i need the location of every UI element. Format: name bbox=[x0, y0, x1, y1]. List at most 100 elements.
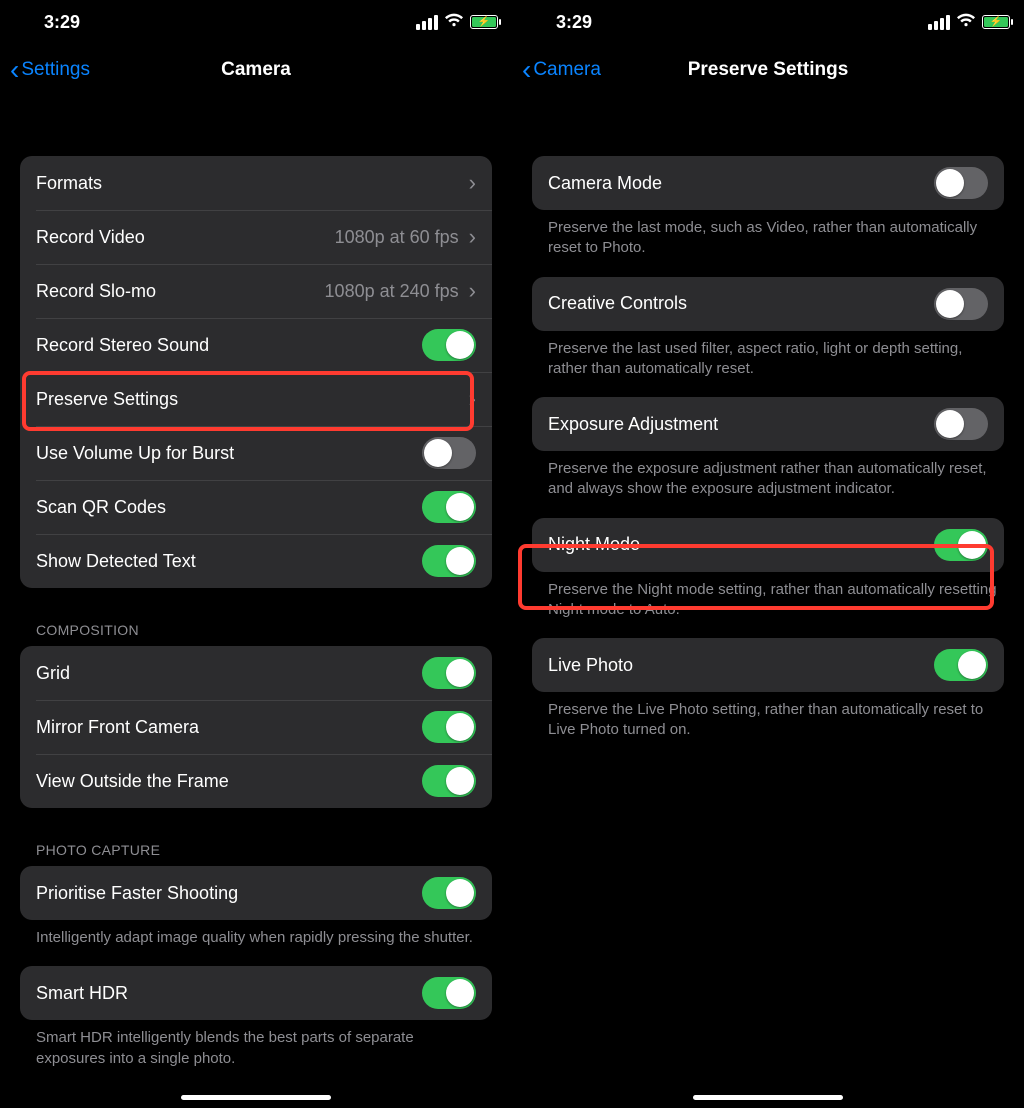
toggle-outside[interactable] bbox=[422, 765, 476, 797]
row-prioritise: Prioritise Faster Shooting bbox=[20, 866, 492, 920]
toggle-scan-qr[interactable] bbox=[422, 491, 476, 523]
screen-camera-settings: 3:29 ⚡ ‹ Settings Camera Formats › bbox=[0, 0, 512, 1108]
toggle-creative[interactable] bbox=[934, 288, 988, 320]
footer-camera-mode: Preserve the last mode, such as Video, r… bbox=[532, 210, 1004, 259]
toggle-smart-hdr[interactable] bbox=[422, 977, 476, 1009]
toggle-volume-burst[interactable] bbox=[422, 437, 476, 469]
home-indicator[interactable] bbox=[693, 1095, 843, 1100]
status-time: 3:29 bbox=[44, 12, 80, 33]
row-record-slomo[interactable]: Record Slo-mo 1080p at 240 fps › bbox=[20, 264, 492, 318]
row-label: Exposure Adjustment bbox=[548, 414, 718, 435]
cellular-icon bbox=[928, 15, 950, 30]
group-main: Formats › Record Video 1080p at 60 fps ›… bbox=[20, 156, 492, 588]
chevron-right-icon: › bbox=[469, 172, 476, 194]
screen-preserve-settings: 3:29 ⚡ ‹ Camera Preserve Settings Camera… bbox=[512, 0, 1024, 1108]
toggle-mirror[interactable] bbox=[422, 711, 476, 743]
row-smart-hdr: Smart HDR bbox=[20, 966, 492, 1020]
toggle-exposure[interactable] bbox=[934, 408, 988, 440]
wifi-icon bbox=[444, 13, 464, 32]
status-icons: ⚡ bbox=[928, 13, 1010, 32]
footer-night: Preserve the Night mode setting, rather … bbox=[532, 572, 1004, 621]
row-record-video[interactable]: Record Video 1080p at 60 fps › bbox=[20, 210, 492, 264]
row-creative: Creative Controls bbox=[532, 277, 1004, 331]
row-label: Record Stereo Sound bbox=[36, 335, 209, 356]
row-label: Prioritise Faster Shooting bbox=[36, 883, 238, 904]
row-label: Record Video bbox=[36, 227, 145, 248]
chevron-right-icon: › bbox=[469, 388, 476, 410]
toggle-grid[interactable] bbox=[422, 657, 476, 689]
status-time: 3:29 bbox=[556, 12, 592, 33]
status-icons: ⚡ bbox=[416, 13, 498, 32]
row-preserve-settings[interactable]: Preserve Settings › bbox=[20, 372, 492, 426]
toggle-record-stereo[interactable] bbox=[422, 329, 476, 361]
row-label: Live Photo bbox=[548, 655, 633, 676]
battery-icon: ⚡ bbox=[982, 15, 1010, 29]
group-composition: Grid Mirror Front Camera View Outside th… bbox=[20, 646, 492, 808]
row-record-stereo: Record Stereo Sound bbox=[20, 318, 492, 372]
group-night: Night Mode bbox=[532, 518, 1004, 572]
toggle-live[interactable] bbox=[934, 649, 988, 681]
row-value: 1080p at 60 fps bbox=[335, 227, 459, 248]
settings-content: Camera Mode Preserve the last mode, such… bbox=[512, 156, 1024, 781]
row-mirror: Mirror Front Camera bbox=[20, 700, 492, 754]
row-label: Record Slo-mo bbox=[36, 281, 156, 302]
chevron-right-icon: › bbox=[469, 280, 476, 302]
status-bar: 3:29 ⚡ bbox=[0, 0, 512, 44]
row-label: Formats bbox=[36, 173, 102, 194]
nav-header: ‹ Settings Camera bbox=[0, 44, 512, 96]
toggle-night[interactable] bbox=[934, 529, 988, 561]
section-header-composition: Composition bbox=[36, 622, 492, 638]
footer-exposure: Preserve the exposure adjustment rather … bbox=[532, 451, 1004, 500]
row-label: Use Volume Up for Burst bbox=[36, 443, 234, 464]
wifi-icon bbox=[956, 13, 976, 32]
footer-smart-hdr: Smart HDR intelligently blends the best … bbox=[20, 1020, 492, 1069]
toggle-prioritise[interactable] bbox=[422, 877, 476, 909]
back-label: Camera bbox=[533, 59, 601, 81]
home-indicator[interactable] bbox=[181, 1095, 331, 1100]
chevron-left-icon: ‹ bbox=[522, 56, 531, 84]
group-prioritise: Prioritise Faster Shooting bbox=[20, 866, 492, 920]
row-label: View Outside the Frame bbox=[36, 771, 229, 792]
group-smart-hdr: Smart HDR bbox=[20, 966, 492, 1020]
group-creative: Creative Controls bbox=[532, 277, 1004, 331]
row-label: Scan QR Codes bbox=[36, 497, 166, 518]
row-volume-burst: Use Volume Up for Burst bbox=[20, 426, 492, 480]
footer-prioritise: Intelligently adapt image quality when r… bbox=[20, 920, 492, 948]
toggle-camera-mode[interactable] bbox=[934, 167, 988, 199]
chevron-right-icon: › bbox=[469, 226, 476, 248]
group-live: Live Photo bbox=[532, 638, 1004, 692]
row-label: Grid bbox=[36, 663, 70, 684]
row-value: 1080p at 240 fps bbox=[325, 281, 459, 302]
row-label: Show Detected Text bbox=[36, 551, 196, 572]
row-night-mode: Night Mode bbox=[532, 518, 1004, 572]
chevron-left-icon: ‹ bbox=[10, 56, 19, 84]
row-outside-frame: View Outside the Frame bbox=[20, 754, 492, 808]
toggle-detected-text[interactable] bbox=[422, 545, 476, 577]
row-label: Smart HDR bbox=[36, 983, 128, 1004]
back-label: Settings bbox=[21, 59, 90, 81]
nav-header: ‹ Camera Preserve Settings bbox=[512, 44, 1024, 96]
row-camera-mode: Camera Mode bbox=[532, 156, 1004, 210]
row-label: Creative Controls bbox=[548, 293, 687, 314]
cellular-icon bbox=[416, 15, 438, 30]
section-header-photo-capture: Photo Capture bbox=[36, 842, 492, 858]
footer-live: Preserve the Live Photo setting, rather … bbox=[532, 692, 1004, 741]
back-button[interactable]: ‹ Settings bbox=[0, 56, 90, 84]
footer-creative: Preserve the last used filter, aspect ra… bbox=[532, 331, 1004, 380]
battery-icon: ⚡ bbox=[470, 15, 498, 29]
back-button[interactable]: ‹ Camera bbox=[512, 56, 601, 84]
status-bar: 3:29 ⚡ bbox=[512, 0, 1024, 44]
row-live-photo: Live Photo bbox=[532, 638, 1004, 692]
row-label: Night Mode bbox=[548, 534, 640, 555]
row-label: Preserve Settings bbox=[36, 389, 178, 410]
row-label: Camera Mode bbox=[548, 173, 662, 194]
row-formats[interactable]: Formats › bbox=[20, 156, 492, 210]
row-grid: Grid bbox=[20, 646, 492, 700]
row-scan-qr: Scan QR Codes bbox=[20, 480, 492, 534]
group-exposure: Exposure Adjustment bbox=[532, 397, 1004, 451]
row-detected-text: Show Detected Text bbox=[20, 534, 492, 588]
row-label: Mirror Front Camera bbox=[36, 717, 199, 738]
group-camera-mode: Camera Mode bbox=[532, 156, 1004, 210]
row-exposure: Exposure Adjustment bbox=[532, 397, 1004, 451]
settings-content: Formats › Record Video 1080p at 60 fps ›… bbox=[0, 156, 512, 1108]
